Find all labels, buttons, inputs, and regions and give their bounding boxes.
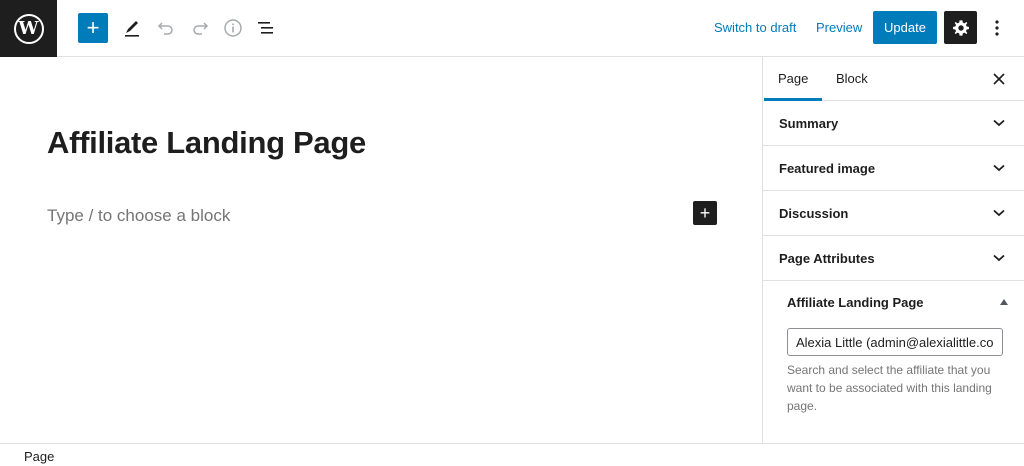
block-placeholder[interactable]: Type / to choose a block	[47, 206, 230, 226]
breadcrumb[interactable]: Page	[24, 449, 54, 464]
options-button[interactable]	[986, 16, 1008, 40]
affiliate-search-input[interactable]	[787, 328, 1003, 356]
undo-button[interactable]	[154, 16, 178, 40]
wordpress-logo-button[interactable]: W	[0, 0, 57, 57]
tools-button[interactable]	[120, 16, 144, 40]
panel-affiliate-landing-page: Affiliate Landing Page Search and select…	[763, 281, 1024, 443]
list-view-button[interactable]	[254, 16, 278, 40]
editor-canvas: Affiliate Landing Page Type / to choose …	[0, 57, 762, 443]
close-sidebar-button[interactable]	[989, 69, 1009, 89]
panel-label: Summary	[779, 116, 839, 131]
details-button[interactable]	[221, 16, 245, 40]
close-icon	[993, 73, 1005, 85]
caret-up-icon[interactable]	[999, 297, 1009, 307]
add-block-button[interactable]: +	[78, 13, 108, 43]
panel-summary[interactable]: Summary	[763, 101, 1024, 146]
chevron-down-icon	[989, 248, 1009, 268]
undo-icon	[157, 22, 173, 35]
panel-label: Featured image	[779, 161, 876, 176]
list-view-icon	[258, 22, 273, 34]
plus-icon: +	[699, 203, 711, 223]
panel-title[interactable]: Affiliate Landing Page	[787, 295, 924, 310]
sidebar-tabs: Page Block	[763, 57, 1024, 101]
wordpress-logo-letter: W	[18, 18, 39, 39]
settings-sidebar: Page Block Summary Featured image Discus…	[762, 57, 1024, 443]
switch-to-draft-button[interactable]: Switch to draft	[714, 20, 796, 35]
update-button[interactable]: Update	[873, 11, 937, 44]
gear-icon	[952, 19, 969, 36]
editor-toolbar: W + Switch to draft Preview Update	[0, 0, 1024, 57]
post-title[interactable]: Affiliate Landing Page	[47, 125, 366, 161]
redo-icon	[193, 22, 209, 35]
plus-icon: +	[86, 15, 100, 40]
editor-footer: Page	[0, 443, 1024, 466]
panel-featured-image[interactable]: Featured image	[763, 146, 1024, 191]
chevron-down-icon	[989, 203, 1009, 223]
panel-label: Discussion	[779, 206, 849, 221]
redo-button[interactable]	[188, 16, 212, 40]
preview-button[interactable]: Preview	[816, 20, 862, 35]
settings-button[interactable]	[944, 11, 977, 44]
panel-label: Page Attributes	[779, 251, 875, 266]
panel-discussion[interactable]: Discussion	[763, 191, 1024, 236]
more-vertical-icon	[995, 20, 999, 36]
pencil-icon	[125, 21, 139, 37]
info-icon	[224, 19, 242, 37]
chevron-down-icon	[989, 113, 1009, 133]
wordpress-icon: W	[13, 13, 44, 44]
affiliate-help-text: Search and select the affiliate that you…	[787, 363, 992, 413]
chevron-down-icon	[989, 158, 1009, 178]
inline-add-block-button[interactable]: +	[693, 201, 717, 225]
tab-page[interactable]: Page	[778, 71, 808, 86]
panel-page-attributes[interactable]: Page Attributes	[763, 236, 1024, 281]
tab-block[interactable]: Block	[836, 71, 868, 86]
